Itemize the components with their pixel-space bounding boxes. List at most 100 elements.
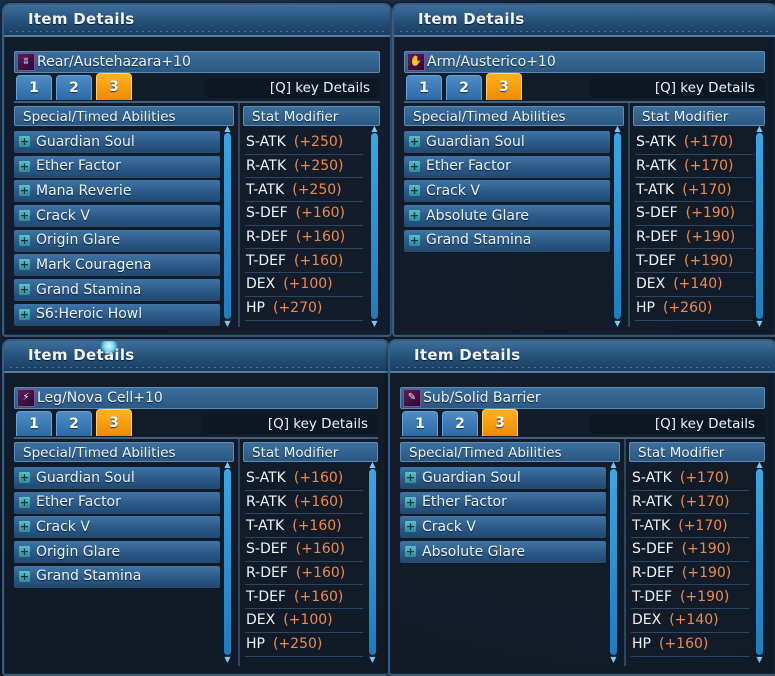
expand-plus-icon[interactable]: + bbox=[405, 472, 416, 483]
abilities-scrollbar[interactable]: ▲ ▼ bbox=[610, 461, 617, 664]
ability-item[interactable]: + Origin Glare bbox=[14, 541, 220, 564]
expand-plus-icon[interactable]: + bbox=[19, 210, 30, 222]
stats-scrollbar[interactable]: ▲ ▼ bbox=[756, 461, 763, 664]
tab-3[interactable]: 3 bbox=[486, 73, 522, 100]
scroll-down-icon[interactable]: ▼ bbox=[755, 320, 764, 328]
scroll-down-icon[interactable]: ▼ bbox=[613, 320, 622, 328]
tab-3[interactable]: 3 bbox=[96, 73, 132, 100]
ability-item[interactable]: + Guardian Soul bbox=[14, 131, 220, 153]
ability-item[interactable]: + Guardian Soul bbox=[404, 131, 610, 153]
expand-plus-icon[interactable]: + bbox=[19, 570, 30, 582]
scroll-up-icon[interactable]: ▲ bbox=[755, 125, 764, 133]
expand-plus-icon[interactable]: + bbox=[19, 496, 30, 508]
scroll-down-icon[interactable]: ▼ bbox=[223, 320, 232, 328]
tab-1[interactable]: 1 bbox=[402, 411, 438, 436]
expand-plus-icon[interactable]: + bbox=[409, 136, 420, 147]
ability-item[interactable]: + Grand Stamina bbox=[14, 279, 220, 302]
ability-item[interactable]: + Mark Couragena bbox=[14, 254, 220, 277]
stat-name: DEX bbox=[632, 612, 662, 629]
scroll-down-icon[interactable]: ▼ bbox=[755, 656, 764, 664]
expand-plus-icon[interactable]: + bbox=[19, 546, 30, 558]
tab-2[interactable]: 2 bbox=[56, 75, 92, 100]
expand-plus-icon[interactable]: + bbox=[19, 185, 30, 197]
stats-scrollbar[interactable]: ▲ ▼ bbox=[369, 461, 376, 664]
tab-3[interactable]: 3 bbox=[96, 409, 132, 436]
expand-plus-icon[interactable]: + bbox=[19, 234, 30, 246]
ability-item[interactable]: + Absolute Glare bbox=[404, 205, 610, 228]
expand-plus-icon[interactable]: + bbox=[409, 210, 420, 222]
expand-plus-icon[interactable]: + bbox=[409, 160, 420, 172]
ability-item[interactable]: + S6:Heroic Howl bbox=[14, 303, 220, 326]
expand-plus-icon[interactable]: + bbox=[405, 521, 416, 533]
expand-plus-icon[interactable]: + bbox=[409, 185, 420, 197]
panel-titlebar[interactable]: Item Details bbox=[4, 341, 388, 373]
ability-item[interactable]: + Ether Factor bbox=[400, 491, 606, 514]
ability-label: Ether Factor bbox=[426, 158, 511, 175]
q-key-details-hint[interactable]: [Q] key Details bbox=[589, 414, 765, 434]
ability-item[interactable]: + Guardian Soul bbox=[400, 467, 606, 489]
ability-item[interactable]: + Crack V bbox=[404, 180, 610, 203]
ability-item[interactable]: + Mana Reverie bbox=[14, 180, 220, 203]
abilities-scrollbar[interactable]: ▲ ▼ bbox=[224, 125, 231, 328]
stat-name: S-DEF bbox=[632, 541, 674, 558]
scroll-down-icon[interactable]: ▼ bbox=[223, 656, 232, 664]
scroll-up-icon[interactable]: ▲ bbox=[609, 461, 618, 469]
expand-plus-icon[interactable]: + bbox=[405, 496, 416, 508]
tab-1[interactable]: 1 bbox=[16, 411, 52, 436]
scroll-up-icon[interactable]: ▲ bbox=[223, 125, 232, 133]
ability-item[interactable]: + Grand Stamina bbox=[14, 565, 220, 588]
scroll-up-icon[interactable]: ▲ bbox=[370, 125, 379, 133]
ability-item[interactable]: + Ether Factor bbox=[404, 155, 610, 178]
scroll-down-icon[interactable]: ▼ bbox=[368, 656, 377, 664]
expand-plus-icon[interactable]: + bbox=[409, 234, 420, 246]
scroll-down-icon[interactable]: ▼ bbox=[609, 656, 618, 664]
tab-1[interactable]: 1 bbox=[406, 75, 442, 100]
scroll-up-icon[interactable]: ▲ bbox=[755, 461, 764, 469]
stat-name: DEX bbox=[636, 276, 666, 293]
panel-titlebar[interactable]: Item Details bbox=[394, 5, 775, 37]
ability-item[interactable]: + Ether Factor bbox=[14, 491, 220, 514]
ability-item[interactable]: + Crack V bbox=[14, 516, 220, 539]
item-name: Rear/Austehazara+10 bbox=[37, 54, 191, 70]
ability-item[interactable]: + Absolute Glare bbox=[400, 541, 606, 564]
expand-plus-icon[interactable]: + bbox=[19, 284, 30, 296]
tab-2[interactable]: 2 bbox=[56, 411, 92, 436]
stat-row: T-DEF (+160) bbox=[245, 585, 363, 610]
tab-2[interactable]: 2 bbox=[446, 75, 482, 100]
panel-titlebar[interactable]: Item Details bbox=[390, 341, 775, 373]
stats-scrollbar[interactable]: ▲ ▼ bbox=[371, 125, 378, 328]
expand-plus-icon[interactable]: + bbox=[19, 308, 30, 320]
item-name-bar: ⚡ Leg/Nova Cell+10 bbox=[14, 387, 378, 409]
tab-1[interactable]: 1 bbox=[16, 75, 52, 100]
tab-2[interactable]: 2 bbox=[442, 411, 478, 436]
scroll-up-icon[interactable]: ▲ bbox=[613, 125, 622, 133]
scroll-down-icon[interactable]: ▼ bbox=[370, 320, 379, 328]
expand-plus-icon[interactable]: + bbox=[19, 521, 30, 533]
q-key-details-hint[interactable]: [Q] key Details bbox=[204, 78, 380, 98]
ability-item[interactable]: + Crack V bbox=[14, 205, 220, 228]
scroll-up-icon[interactable]: ▲ bbox=[223, 461, 232, 469]
stat-name: R-ATK bbox=[636, 158, 677, 175]
ability-item[interactable]: + Ether Factor bbox=[14, 155, 220, 178]
expand-plus-icon[interactable]: + bbox=[19, 472, 30, 483]
page-tabs: 1 2 3 bbox=[16, 409, 132, 437]
stat-row: R-DEF (+190) bbox=[631, 562, 749, 586]
ability-item[interactable]: + Grand Stamina bbox=[404, 229, 610, 252]
expand-plus-icon[interactable]: + bbox=[19, 160, 30, 172]
expand-plus-icon[interactable]: + bbox=[405, 546, 416, 558]
stats-scrollbar[interactable]: ▲ ▼ bbox=[756, 125, 763, 328]
tab-3[interactable]: 3 bbox=[482, 409, 518, 436]
ability-item[interactable]: + Origin Glare bbox=[14, 229, 220, 252]
ability-item[interactable]: + Crack V bbox=[400, 516, 606, 539]
q-key-details-hint[interactable]: [Q] key Details bbox=[589, 78, 765, 98]
q-key-details-hint[interactable]: [Q] key Details bbox=[202, 414, 378, 434]
panel-titlebar[interactable]: Item Details bbox=[4, 5, 390, 37]
stat-row: DEX (+100) bbox=[245, 273, 363, 297]
stat-row: T-ATK (+160) bbox=[245, 514, 363, 539]
abilities-scrollbar[interactable]: ▲ ▼ bbox=[224, 461, 231, 664]
ability-item[interactable]: + Guardian Soul bbox=[14, 467, 220, 489]
expand-plus-icon[interactable]: + bbox=[19, 136, 30, 147]
expand-plus-icon[interactable]: + bbox=[19, 259, 30, 271]
scroll-up-icon[interactable]: ▲ bbox=[368, 461, 377, 469]
abilities-scrollbar[interactable]: ▲ ▼ bbox=[614, 125, 621, 328]
